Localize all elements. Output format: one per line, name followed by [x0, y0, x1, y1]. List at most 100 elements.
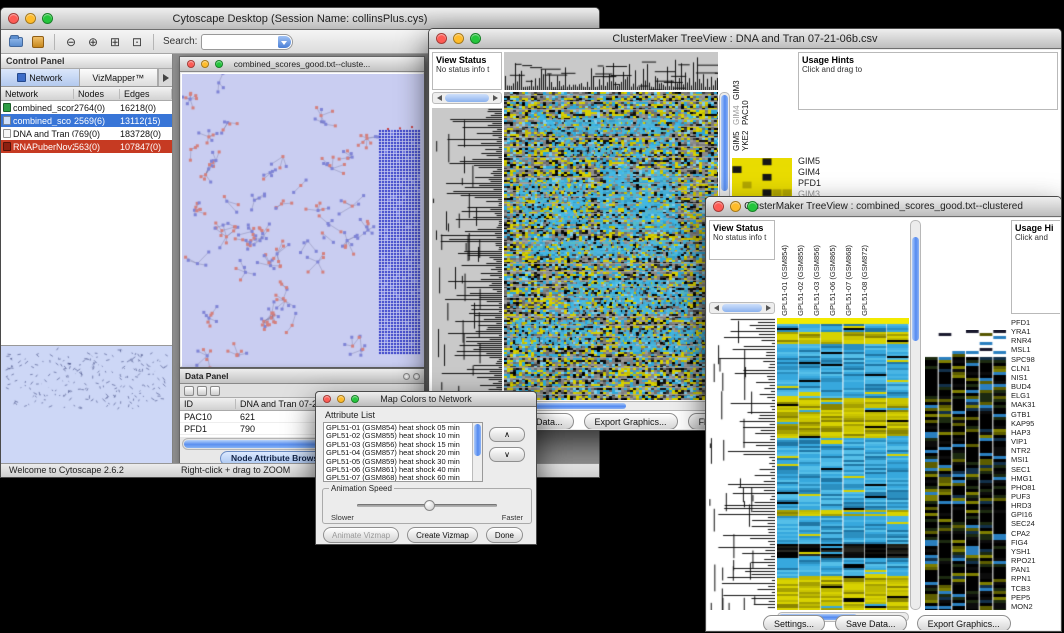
- gene-label[interactable]: MON2: [1011, 602, 1060, 611]
- network-table-header[interactable]: Network: [1, 89, 74, 99]
- dialog-titlebar[interactable]: Map Colors to Network: [316, 392, 536, 407]
- gene-label[interactable]: KAP95: [1011, 419, 1060, 428]
- id-column-header[interactable]: ID: [180, 399, 236, 409]
- treeview-button[interactable]: Settings...: [763, 615, 825, 630]
- close-panel-icon[interactable]: [413, 373, 420, 380]
- gene-label[interactable]: ELG1: [1011, 391, 1060, 400]
- network-view-titlebar[interactable]: combined_scores_good.txt--cluste...: [180, 57, 424, 72]
- zoom-fit-icon[interactable]: ⊡: [128, 33, 146, 51]
- minimize-icon[interactable]: [201, 60, 209, 68]
- minimize-icon[interactable]: [453, 33, 464, 44]
- zoom-in-icon[interactable]: ⊕: [84, 33, 102, 51]
- attribute-item[interactable]: GPL51-07 (GSM868) heat shock 60 min: [326, 474, 472, 481]
- scrollbar-thumb[interactable]: [474, 424, 481, 456]
- scroll-right-icon[interactable]: [490, 93, 501, 103]
- gene-label[interactable]: YRA1: [1011, 327, 1060, 336]
- minimize-icon[interactable]: [730, 201, 741, 212]
- scrollbar-thumb[interactable]: [184, 440, 322, 448]
- zoom-selected-icon[interactable]: ⊞: [106, 33, 124, 51]
- scrollbar-thumb[interactable]: [445, 94, 489, 102]
- column-header-label[interactable]: GPL51-08 (GSM872): [860, 245, 869, 316]
- close-icon[interactable]: [323, 395, 331, 403]
- gene-label[interactable]: CLN1: [1011, 364, 1060, 373]
- minimize-icon[interactable]: [337, 395, 345, 403]
- gene-label[interactable]: SEC1: [1011, 465, 1060, 474]
- column-header-label[interactable]: GPL51-02 (GSM855): [796, 245, 805, 316]
- minimize-icon[interactable]: [25, 13, 36, 24]
- network-overview-canvas[interactable]: [1, 346, 171, 462]
- treeview1-titlebar[interactable]: ClusterMaker TreeView : DNA and Tran 07-…: [429, 29, 1061, 49]
- gene-label[interactable]: BUD4: [1011, 382, 1060, 391]
- treeview-button[interactable]: Export Graphics...: [917, 615, 1011, 630]
- gene-label[interactable]: CPA2: [1011, 529, 1060, 538]
- move-down-button[interactable]: ∨: [489, 447, 525, 462]
- gene-label[interactable]: GPI16: [1011, 510, 1060, 519]
- gene-label[interactable]: PHO81: [1011, 483, 1060, 492]
- column-dendrogram-canvas[interactable]: [504, 52, 718, 90]
- cluster-gene-label[interactable]: PFD1: [798, 178, 854, 189]
- treeview-button[interactable]: Export Graphics...: [584, 413, 678, 429]
- dialog-button[interactable]: Create Vizmap: [407, 527, 478, 543]
- gene-label[interactable]: MAK31: [1011, 400, 1060, 409]
- column-header-label[interactable]: GPL51-06 (GSM865): [828, 245, 837, 316]
- zoom-out-icon[interactable]: ⊖: [62, 33, 80, 51]
- float-panel-icon[interactable]: [403, 373, 410, 380]
- open-session-icon[interactable]: [7, 33, 25, 51]
- scrollbar-thumb[interactable]: [912, 237, 919, 341]
- network-table-header[interactable]: Edges: [120, 89, 172, 99]
- animation-speed-slider[interactable]: [357, 499, 497, 511]
- gene-label[interactable]: HAP3: [1011, 428, 1060, 437]
- search-input[interactable]: [201, 34, 293, 50]
- scroll-left-icon[interactable]: [433, 93, 444, 103]
- gene-label[interactable]: GIM4: [732, 106, 741, 126]
- gene-label[interactable]: RPO21: [1011, 556, 1060, 565]
- network-row[interactable]: combined_sco 2569(6) 13112(15): [1, 114, 172, 127]
- combo-dropdown-icon[interactable]: [278, 36, 291, 48]
- gene-label[interactable]: PAN1: [1011, 565, 1060, 574]
- network-canvas[interactable]: [182, 74, 424, 367]
- main-titlebar[interactable]: Cytoscape Desktop (Session Name: collins…: [1, 8, 599, 30]
- scroll-right-icon[interactable]: [763, 303, 774, 313]
- cluster-gene-label[interactable]: GIM4: [798, 167, 854, 178]
- close-icon[interactable]: [713, 201, 724, 212]
- network-table-header[interactable]: Nodes: [74, 89, 120, 99]
- heatmap-canvas[interactable]: [504, 92, 718, 400]
- network-row[interactable]: combined_scores 2764(0) 16218(0): [1, 101, 172, 114]
- gene-label[interactable]: MSL1: [1011, 345, 1060, 354]
- select-attributes-icon[interactable]: [184, 386, 194, 396]
- maximize-icon[interactable]: [215, 60, 223, 68]
- gene-label[interactable]: YSH1: [1011, 547, 1060, 556]
- gene-label[interactable]: YKE2: [741, 131, 750, 151]
- maximize-icon[interactable]: [470, 33, 481, 44]
- column-header-label[interactable]: GPL51-07 (GSM868): [844, 245, 853, 316]
- data-panel-titlebar[interactable]: Data Panel: [180, 369, 424, 384]
- control-panel-tab[interactable]: VizMapper™: [80, 69, 159, 86]
- selection-heatmap-canvas[interactable]: [925, 330, 1007, 610]
- gene-label[interactable]: SEC24: [1011, 519, 1060, 528]
- dendrogram-hscrollbar[interactable]: [709, 302, 775, 314]
- maximize-icon[interactable]: [747, 201, 758, 212]
- close-icon[interactable]: [187, 60, 195, 68]
- column-header-label[interactable]: GPL51-01 (GSM854): [780, 245, 789, 316]
- list-vscrollbar[interactable]: [472, 423, 482, 481]
- gene-label[interactable]: PUF3: [1011, 492, 1060, 501]
- row-dendrogram-canvas[interactable]: [709, 318, 775, 610]
- network-row[interactable]: RNAPuberNov2 563(0) 107847(0): [1, 140, 172, 153]
- gene-label[interactable]: GIM3: [732, 80, 741, 100]
- scroll-left-icon[interactable]: [710, 303, 721, 313]
- dialog-button[interactable]: Animate Vizmap: [323, 527, 399, 543]
- network-row[interactable]: DNA and Tran 07 769(0) 183728(0): [1, 127, 172, 140]
- close-icon[interactable]: [8, 13, 19, 24]
- attribute-batch-icon[interactable]: [210, 386, 220, 396]
- dendrogram-hscrollbar[interactable]: [432, 92, 502, 104]
- heatmap-canvas[interactable]: [777, 318, 909, 610]
- dialog-button[interactable]: Done: [486, 527, 523, 543]
- gene-label[interactable]: NIS1: [1011, 373, 1060, 382]
- row-dendrogram-canvas[interactable]: [432, 108, 502, 400]
- gene-label[interactable]: VIP1: [1011, 437, 1060, 446]
- gene-label[interactable]: GIM5: [732, 131, 741, 151]
- treeview-button[interactable]: Save Data...: [835, 615, 907, 630]
- heatmap-vscrollbar[interactable]: [910, 220, 921, 610]
- move-up-button[interactable]: ∧: [489, 427, 525, 442]
- cluster-gene-label[interactable]: GIM5: [798, 156, 854, 167]
